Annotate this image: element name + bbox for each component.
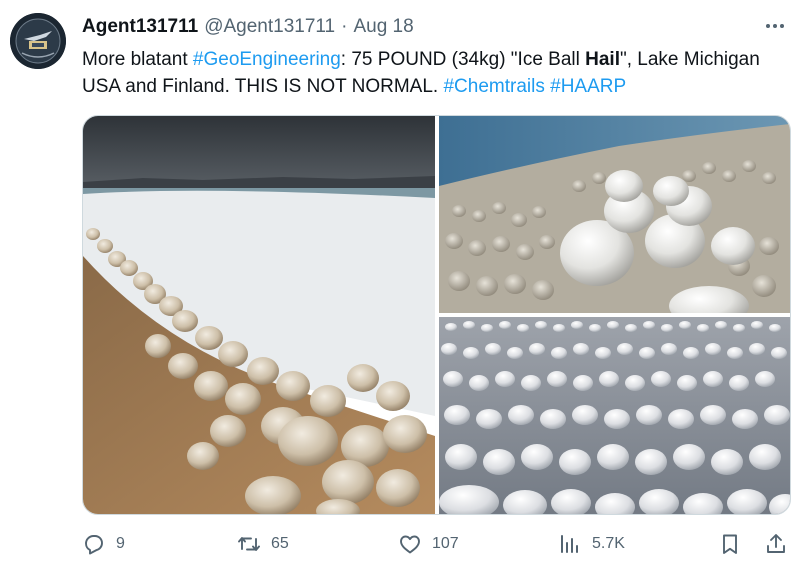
- hashtag-geoengineering[interactable]: #GeoEngineering: [193, 49, 341, 70]
- separator: ·: [341, 16, 348, 37]
- repost-icon: [237, 532, 261, 556]
- views-button[interactable]: 5.7K: [558, 530, 625, 558]
- share-button[interactable]: [764, 530, 788, 558]
- like-button[interactable]: 107: [398, 530, 459, 558]
- author-handle[interactable]: @Agent131711: [204, 16, 335, 38]
- photo-ice-balls-beach[interactable]: [83, 116, 435, 514]
- photo-ice-eggs-field[interactable]: [439, 317, 790, 514]
- hashtag-chemtrails[interactable]: #Chemtrails: [443, 76, 544, 97]
- action-bar: 9 65 107 5.7K: [82, 530, 794, 558]
- heart-icon: [398, 532, 422, 556]
- tweet-header: Agent131711 @Agent131711 · Aug 18: [82, 16, 414, 38]
- views-count: 5.7K: [592, 535, 625, 552]
- repost-count: 65: [271, 535, 289, 552]
- tweet-text: More blatant #GeoEngineering: 75 POUND (…: [82, 46, 794, 100]
- reply-icon: [82, 532, 106, 556]
- text-segment: : 75 POUND (34kg) "Ice Ball: [340, 49, 586, 70]
- tweet-date[interactable]: Aug 18: [353, 16, 413, 38]
- hashtag-haarp[interactable]: #HAARP: [550, 76, 626, 97]
- bookmark-icon: [718, 532, 742, 556]
- author-name[interactable]: Agent131711: [82, 16, 198, 38]
- avatar[interactable]: [10, 13, 66, 69]
- reply-count: 9: [116, 535, 125, 552]
- text-segment: More blatant: [82, 49, 193, 70]
- text-bold: Hail: [585, 49, 620, 70]
- bookmark-button[interactable]: [718, 530, 742, 558]
- views-icon: [558, 532, 582, 556]
- media-grid: [82, 115, 791, 515]
- share-icon: [764, 532, 788, 556]
- like-count: 107: [432, 535, 459, 552]
- photo-ice-balls-closeup[interactable]: [439, 116, 790, 313]
- reply-button[interactable]: 9: [82, 530, 125, 558]
- repost-button[interactable]: 65: [237, 530, 289, 558]
- more-horizontal-icon[interactable]: [763, 14, 787, 38]
